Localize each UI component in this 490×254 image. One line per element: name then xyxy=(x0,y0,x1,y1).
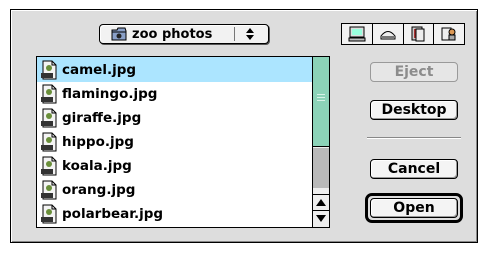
open-button-default-ring: Open xyxy=(365,193,463,223)
file-row[interactable]: orang.jpg xyxy=(37,178,313,202)
jpeg-file-icon xyxy=(41,132,57,152)
file-name: koala.jpg xyxy=(62,158,132,174)
open-button[interactable]: Open xyxy=(370,198,458,218)
open-file-dialog: zoo photos camel.jpg flamingo.jpg giraff… xyxy=(10,9,478,243)
folder-popup-label: zoo photos xyxy=(132,26,213,42)
file-list[interactable]: camel.jpg flamingo.jpg giraffe.jpg hippo.jp… xyxy=(36,56,330,228)
popup-divider xyxy=(234,27,235,41)
arrow-up-icon xyxy=(316,199,326,206)
vertical-scrollbar[interactable] xyxy=(312,57,329,227)
file-name: camel.jpg xyxy=(62,61,137,78)
document-button[interactable] xyxy=(404,24,435,44)
up-down-arrows-icon xyxy=(246,28,254,40)
network-icon xyxy=(441,27,456,41)
jpeg-file-icon xyxy=(41,204,57,224)
cancel-button[interactable]: Cancel xyxy=(370,159,458,179)
computer-button[interactable] xyxy=(342,24,373,44)
scroll-track[interactable] xyxy=(313,148,329,188)
jpeg-file-icon xyxy=(41,180,57,200)
arrow-down-icon xyxy=(316,215,326,222)
document-icon xyxy=(411,26,425,42)
button-separator xyxy=(367,137,461,139)
volume-icon-bar xyxy=(341,23,465,45)
file-row[interactable]: giraffe.jpg xyxy=(37,106,313,130)
desktop-button[interactable]: Desktop xyxy=(370,100,458,120)
scroll-up-button[interactable] xyxy=(313,194,329,210)
drive-icon xyxy=(380,31,396,40)
jpeg-file-icon xyxy=(41,84,57,104)
file-row[interactable]: hippo.jpg xyxy=(37,130,313,154)
file-name: orang.jpg xyxy=(62,182,136,198)
file-list-rows: camel.jpg flamingo.jpg giraffe.jpg hippo.jp… xyxy=(37,57,313,227)
folder-icon xyxy=(111,27,127,41)
folder-popup-menu[interactable]: zoo photos xyxy=(99,24,269,44)
drive-button[interactable] xyxy=(373,24,404,44)
computer-icon xyxy=(348,26,366,42)
scroll-thumb[interactable] xyxy=(313,57,329,147)
scroll-down-button[interactable] xyxy=(313,210,329,226)
file-row[interactable]: camel.jpg xyxy=(37,57,313,82)
file-row[interactable]: polarbear.jpg xyxy=(37,202,313,226)
jpeg-file-icon xyxy=(41,108,57,128)
network-button[interactable] xyxy=(434,24,464,44)
jpeg-file-icon xyxy=(41,60,57,79)
file-row[interactable]: koala.jpg xyxy=(37,154,313,178)
file-name: hippo.jpg xyxy=(62,134,134,150)
jpeg-file-icon xyxy=(41,156,57,176)
eject-button[interactable]: Eject xyxy=(370,62,458,82)
file-name: giraffe.jpg xyxy=(62,110,142,126)
file-name: flamingo.jpg xyxy=(62,86,158,102)
file-name: polarbear.jpg xyxy=(62,206,164,222)
file-row[interactable]: flamingo.jpg xyxy=(37,82,313,106)
